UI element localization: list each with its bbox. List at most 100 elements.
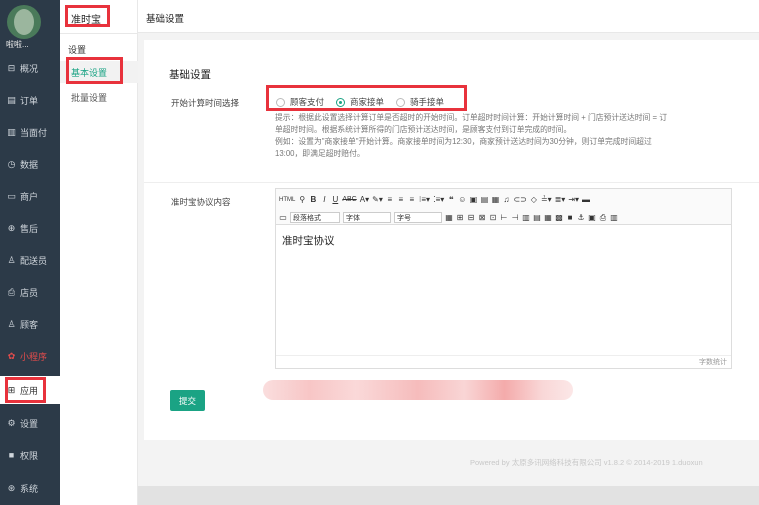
anchor-icon[interactable]: ⚓: [577, 212, 585, 223]
main-sidebar: 啦啦... ⊟ 概况 ▤ 订单 ▥ 当面付 ◷ 数据 ▭ 商户 ⊕ 售后 ♙ 配送员 ⎙ 店员 …: [0, 0, 60, 505]
copyright-footer: Powered by 太原多讯网络科技有限公司 v1.8.2 © 2014-20…: [470, 458, 703, 467]
strikethrough-icon[interactable]: ABC: [342, 194, 356, 205]
underline-icon[interactable]: U: [331, 194, 339, 205]
radio-customer-pay[interactable]: 顾客支付: [276, 96, 324, 108]
sidebar-item-permissions[interactable]: ■ 权限: [0, 441, 60, 469]
delete-col-icon[interactable]: ⊡: [489, 212, 497, 223]
start-time-radio-group: 顾客支付 商家接单 骑手接单: [276, 96, 450, 108]
image-icon[interactable]: ▣: [469, 194, 478, 205]
emoji-icon[interactable]: ☺: [458, 194, 466, 205]
lock-icon: ■: [8, 450, 15, 460]
radio-dot[interactable]: [276, 97, 285, 107]
top-header: 基础设置: [138, 0, 759, 33]
indent-icon[interactable]: ⇥▾: [568, 194, 579, 205]
html-source-button[interactable]: HTML: [279, 194, 295, 205]
subnav-title: 准时宝: [71, 15, 101, 26]
align-right-icon[interactable]: ≡: [408, 194, 416, 205]
radio-rider-accept[interactable]: 骑手接单: [396, 96, 444, 108]
subnav-divider: [60, 33, 138, 34]
sidebar-item-customer[interactable]: ♙ 顾客: [0, 310, 60, 338]
font-color-icon[interactable]: A▾: [360, 194, 369, 205]
paragraph-spacing-icon[interactable]: ≣▾: [555, 194, 566, 205]
page-title: 基础设置: [146, 14, 185, 25]
editor-toolbar: HTML ⚲ B I U ABC A▾ ✎▾ ≡ ≡ ≡ ⁝≡▾ ⁚≡▾ ❝ ☺…: [276, 189, 731, 225]
print-icon[interactable]: ⎙: [599, 212, 607, 223]
order-icon: ▤: [7, 94, 16, 105]
merge-cells-icon[interactable]: ⊢: [500, 212, 508, 223]
data-icon: ◷: [7, 158, 16, 169]
italic-icon[interactable]: I: [320, 194, 328, 205]
paragraph-format-select[interactable]: 段落格式: [290, 212, 340, 223]
font-size-select[interactable]: 字号: [394, 212, 442, 223]
blurred-region: [263, 380, 573, 400]
split-cells-icon[interactable]: ⊣: [511, 212, 519, 223]
sidebar-item-facepay[interactable]: ▥ 当面付: [0, 118, 60, 146]
multi-image-icon[interactable]: ▤: [480, 194, 489, 205]
overview-icon: ⊟: [7, 62, 16, 73]
subnav-item-basic-settings[interactable]: 基本设置: [60, 61, 138, 83]
highlight-icon[interactable]: ✎▾: [372, 194, 383, 205]
sidebar-item-settings[interactable]: ⚙ 设置: [0, 409, 60, 437]
help-text: 提示：根据此设置选择计算订单是否超时的开始时间。订单超时时间计算：开始计算时间 …: [275, 113, 668, 158]
code-icon[interactable]: ▣: [588, 212, 596, 223]
sidebar-item-system[interactable]: ⊛ 系统: [0, 474, 60, 502]
start-time-label: 开始计算时间选择: [171, 98, 240, 108]
sidebar-item-data[interactable]: ◷ 数据: [0, 150, 60, 178]
bottom-bar: [138, 486, 759, 505]
agreement-label: 准时宝协议内容: [171, 197, 231, 207]
merchant-icon: ▭: [7, 190, 16, 201]
music-icon[interactable]: ♫: [502, 194, 510, 205]
section-title: 基础设置: [169, 69, 211, 81]
subnav-item-batch-settings[interactable]: 批量设置: [60, 86, 138, 108]
align-center-icon[interactable]: ≡: [397, 194, 405, 205]
format-painter-icon[interactable]: ▭: [279, 212, 287, 223]
video-icon[interactable]: ▦: [491, 194, 500, 205]
courier-icon: ♙: [7, 254, 16, 265]
word-count: 字数统计: [276, 355, 731, 368]
line-height-icon[interactable]: ≟▾: [541, 194, 552, 205]
cell-props-icon[interactable]: ▤: [533, 212, 541, 223]
sidebar-item-overview[interactable]: ⊟ 概况: [0, 54, 60, 82]
subnav-group-label: 设置: [68, 45, 87, 55]
editor-body[interactable]: 准时宝协议: [276, 225, 731, 256]
radio-dot[interactable]: [396, 97, 406, 107]
ordered-list-icon[interactable]: ⁝≡▾: [419, 194, 430, 205]
sidebar-item-courier[interactable]: ♙ 配送员: [0, 246, 60, 274]
template-icon[interactable]: ▥: [610, 212, 618, 223]
sidebar-item-merchant[interactable]: ▭ 商户: [0, 182, 60, 210]
eraser-icon[interactable]: ◇: [530, 194, 538, 205]
quote-icon[interactable]: ❝: [447, 194, 455, 205]
bold-icon[interactable]: B: [309, 194, 317, 205]
sidebar-item-orders[interactable]: ▤ 订单: [0, 86, 60, 114]
radio-dot[interactable]: [336, 97, 346, 107]
rich-text-editor[interactable]: HTML ⚲ B I U ABC A▾ ✎▾ ≡ ≡ ≡ ⁝≡▾ ⁚≡▾ ❝ ☺…: [275, 188, 732, 369]
table-props-icon[interactable]: ▥: [522, 212, 530, 223]
table-icon[interactable]: ▦: [445, 212, 453, 223]
sidebar-item-clerk[interactable]: ⎙ 店员: [0, 278, 60, 306]
preview-icon[interactable]: ⚲: [298, 194, 306, 205]
table-fill-icon[interactable]: ■: [566, 212, 574, 223]
sub-sidebar: 准时宝 设置 基本设置 批量设置: [60, 0, 138, 505]
username: 啦啦...: [6, 40, 29, 49]
font-family-select[interactable]: 字体: [343, 212, 391, 223]
table-style-icon[interactable]: ▦: [544, 212, 552, 223]
link-icon[interactable]: ⊂⊃: [513, 194, 526, 205]
sidebar-item-miniprogram[interactable]: ✿ 小程序: [0, 342, 60, 370]
pay-icon: ▥: [7, 126, 16, 137]
insert-col-icon[interactable]: ⊟: [467, 212, 475, 223]
table-border-icon[interactable]: ▩: [555, 212, 563, 223]
delete-row-icon[interactable]: ⊠: [478, 212, 486, 223]
radio-merchant-accept[interactable]: 商家接单: [336, 96, 384, 108]
system-icon: ⊛: [7, 482, 16, 493]
unordered-list-icon[interactable]: ⁚≡▾: [433, 194, 444, 205]
horizontal-rule-icon[interactable]: ▬: [582, 194, 590, 205]
align-left-icon[interactable]: ≡: [386, 194, 394, 205]
sidebar-item-aftersale[interactable]: ⊕ 售后: [0, 214, 60, 242]
avatar[interactable]: [7, 5, 41, 39]
miniprogram-icon: ✿: [7, 350, 16, 361]
clerk-icon: ⎙: [7, 286, 16, 297]
aftersale-icon: ⊕: [7, 222, 16, 233]
submit-button[interactable]: 提交: [170, 390, 205, 411]
sidebar-item-apps[interactable]: ⊞ 应用: [0, 376, 60, 404]
insert-row-icon[interactable]: ⊞: [456, 212, 464, 223]
